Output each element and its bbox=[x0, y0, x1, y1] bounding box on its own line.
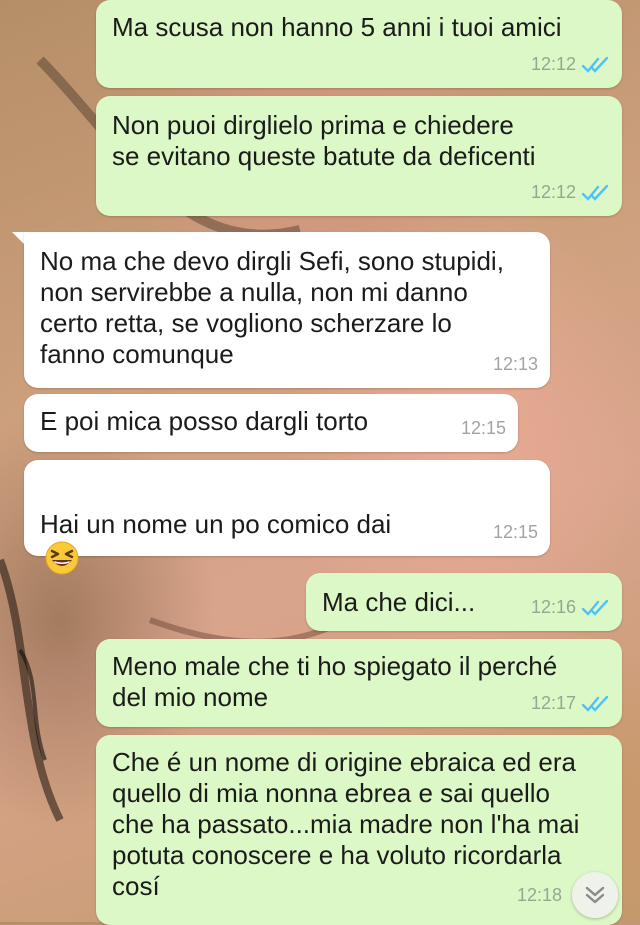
message-time: 12:12 bbox=[530, 54, 576, 74]
message-time: 12:15 bbox=[492, 522, 538, 542]
message-bubble-incoming[interactable]: E poi mica posso dargli torto 12:15 bbox=[24, 394, 518, 452]
grinning-squinting-face-icon bbox=[45, 541, 79, 575]
chevron-double-down-icon bbox=[585, 886, 605, 904]
message-meta: 12:13 bbox=[493, 349, 538, 380]
message-bubble-incoming[interactable]: No ma che devo dirgli Sefi, sono stupidi… bbox=[24, 232, 550, 388]
double-check-icon bbox=[582, 56, 609, 73]
message-meta: 12:15 bbox=[493, 517, 538, 548]
message-time: 12:18 bbox=[516, 885, 562, 905]
message-text: E poi mica posso dargli torto bbox=[40, 406, 369, 436]
message-meta: 12:18 bbox=[517, 880, 562, 911]
double-check-icon bbox=[582, 695, 609, 712]
message-bubble-outgoing[interactable]: Ma che dici... 12:16 bbox=[306, 573, 622, 631]
message-bubble-outgoing[interactable]: Meno male che ti ho spiegato il perché d… bbox=[96, 639, 622, 727]
message-bubble-outgoing[interactable]: Non puoi dirglielo prima e chiedere se e… bbox=[96, 96, 622, 216]
message-time: 12:16 bbox=[530, 597, 576, 617]
message-text: Non puoi dirglielo prima e chiedere se e… bbox=[112, 110, 536, 171]
message-bubble-incoming[interactable]: Hai un nome un po comico dai 12:15 bbox=[24, 460, 550, 575]
message-text: Hai un nome un po comico dai bbox=[40, 478, 536, 577]
message-text-content: Hai un nome un po comico dai bbox=[40, 509, 392, 539]
message-meta: 12:12 bbox=[531, 49, 610, 80]
message-time: 12:12 bbox=[530, 182, 576, 202]
double-check-icon bbox=[582, 184, 609, 201]
message-bubble-outgoing[interactable]: Ma scusa non hanno 5 anni i tuoi amici 1… bbox=[96, 0, 622, 88]
message-meta: 12:17 bbox=[531, 688, 610, 719]
double-check-icon bbox=[582, 599, 609, 616]
message-bubble-outgoing[interactable]: Che é un nome di origine ebraica ed era … bbox=[96, 735, 622, 925]
scroll-to-bottom-button[interactable] bbox=[572, 872, 618, 918]
message-meta: 12:15 bbox=[461, 413, 506, 444]
message-text: No ma che devo dirgli Sefi, sono stupidi… bbox=[40, 246, 504, 369]
message-text: Ma scusa non hanno 5 anni i tuoi amici bbox=[112, 12, 562, 42]
message-time: 12:15 bbox=[460, 418, 506, 438]
message-text: Che é un nome di origine ebraica ed era … bbox=[112, 747, 580, 901]
message-time: 12:13 bbox=[492, 354, 538, 374]
message-time: 12:17 bbox=[530, 693, 576, 713]
message-meta: 12:16 bbox=[531, 592, 610, 623]
message-meta: 12:12 bbox=[531, 177, 610, 208]
